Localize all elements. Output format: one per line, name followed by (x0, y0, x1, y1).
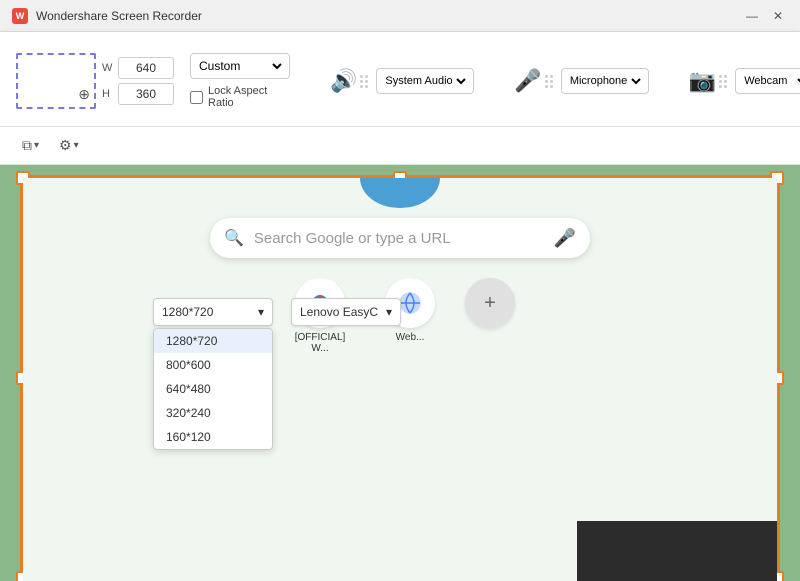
height-input[interactable] (118, 83, 174, 105)
custom-dropdown-section: Custom Lock Aspect Ratio (190, 53, 290, 109)
dark-content-strip (577, 521, 777, 581)
move-cursor-icon: ⊕ (78, 86, 90, 103)
height-label: H (102, 88, 114, 100)
microphone-select[interactable]: Microphone (566, 74, 644, 88)
dashed-selection-rect[interactable]: ⊕ (16, 53, 96, 109)
custom-dropdown[interactable]: Custom (190, 53, 290, 79)
webcam-dots (719, 75, 727, 88)
system-audio-icon-group: 🔊 (330, 68, 368, 94)
screenshot-tool[interactable]: ⧉ ▾ (16, 133, 45, 158)
screenshot-icon: ⧉ (22, 137, 32, 154)
microphone-icon-row: 🎤 (514, 68, 552, 94)
app-title: Wondershare Screen Recorder (36, 9, 742, 23)
search-placeholder: Search Google or type a URL (254, 230, 544, 247)
system-audio-control: 🔊 System Audio (330, 68, 474, 94)
webcam-dropdown[interactable]: Webcam (735, 68, 800, 94)
title-bar: W Wondershare Screen Recorder — ✕ (0, 0, 800, 32)
webcam-icon-group: 📷 (689, 68, 727, 94)
area-selector: ⊕ W H (16, 53, 174, 109)
res-option-4[interactable]: 160*120 (154, 425, 272, 449)
lenovo-chevron-icon: ▾ (386, 305, 392, 319)
add-app-button[interactable]: + (465, 278, 515, 328)
resolution-dropdown-overlay: 1280*720 ▾ 1280*720 800*600 640*480 320*… (153, 298, 273, 450)
dimension-inputs: W H (102, 57, 174, 105)
resolution-selected[interactable]: 1280*720 ▾ (153, 298, 273, 326)
screenshot-chevron-icon: ▾ (34, 140, 39, 151)
height-row: H (102, 83, 174, 105)
width-row: W (102, 57, 174, 79)
bottom-toolbar: ⧉ ▾ ⚙ ▾ (0, 127, 800, 165)
system-audio-dropdown[interactable]: System Audio (376, 68, 474, 94)
res-option-3[interactable]: 320*240 (154, 401, 272, 425)
search-icon: 🔍 (224, 228, 244, 248)
search-bar[interactable]: 🔍 Search Google or type a URL 🎤 (210, 218, 590, 258)
webcam-select[interactable]: Webcam (740, 74, 800, 88)
res-option-0[interactable]: 1280*720 (154, 329, 272, 353)
main-content: 🔍 Search Google or type a URL 🎤 (0, 165, 800, 581)
app-icon: W (12, 8, 28, 24)
lock-aspect-checkbox[interactable] (190, 91, 203, 104)
voice-search-icon: 🎤 (554, 228, 576, 249)
lock-aspect-label: Lock Aspect Ratio (208, 85, 290, 109)
webcam-control: 📷 Webcam (689, 68, 800, 94)
blue-circle-decoration (360, 178, 440, 208)
custom-select[interactable]: Custom (195, 58, 285, 74)
width-input[interactable] (118, 57, 174, 79)
width-label: W (102, 62, 114, 74)
control-row: ⊕ W H Custom Lock A (16, 46, 784, 116)
window-controls: — ✕ (742, 6, 788, 26)
webcam-icon: 📷 (689, 68, 716, 94)
lock-aspect-control: Lock Aspect Ratio (190, 85, 290, 109)
minimize-button[interactable]: — (742, 6, 762, 26)
resolution-chevron-icon: ▾ (258, 305, 264, 319)
resolution-dropdown-list: 1280*720 800*600 640*480 320*240 160*120 (153, 328, 273, 450)
app-icon-label-1: [OFFICIAL] W... (285, 332, 355, 354)
lenovo-dropdown[interactable]: Lenovo EasyC ▾ (291, 298, 401, 326)
control-panel: ⊕ W H Custom Lock A (0, 32, 800, 127)
microphone-dropdown[interactable]: Microphone (561, 68, 649, 94)
speaker-icon: 🔊 (330, 68, 357, 94)
webcam-icon-row: 📷 (689, 68, 727, 94)
settings-chevron-icon: ▾ (74, 140, 79, 151)
system-audio-icon-row: 🔊 (330, 68, 368, 94)
lenovo-dropdown-label: Lenovo EasyC (300, 305, 378, 319)
browser-background: 🔍 Search Google or type a URL 🎤 (23, 178, 777, 581)
settings-icon: ⚙ (59, 137, 72, 154)
settings-tool[interactable]: ⚙ ▾ (53, 133, 85, 158)
resolution-selected-label: 1280*720 (162, 305, 213, 319)
app-icon-label-2: Web... (375, 332, 445, 343)
microphone-icon: 🎤 (514, 68, 541, 94)
system-audio-select[interactable]: System Audio (381, 74, 469, 88)
microphone-icon-group: 🎤 (514, 68, 552, 94)
res-option-2[interactable]: 640*480 (154, 377, 272, 401)
mic-dots (545, 75, 553, 88)
microphone-control: 🎤 Microphone (514, 68, 648, 94)
close-button[interactable]: ✕ (768, 6, 788, 26)
res-option-1[interactable]: 800*600 (154, 353, 272, 377)
speaker-dots (360, 75, 368, 88)
